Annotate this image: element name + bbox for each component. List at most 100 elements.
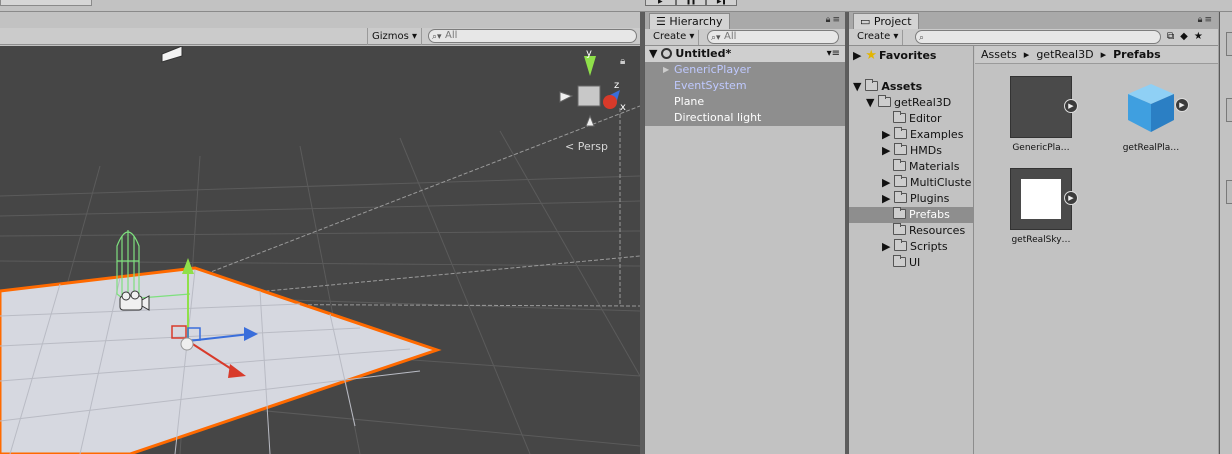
folder-icon [893,223,906,235]
expand-arrow-icon[interactable]: ▶ [882,240,890,253]
pause-button[interactable]: ❚❚ [675,0,707,6]
light-gizmo-icon [161,46,183,63]
hierarchy-item-eventsystem[interactable]: EventSystem [645,78,846,94]
tree-item-resources[interactable]: Resources [893,223,965,239]
project-assets-view: Assets ▸ getReal3D ▸ Prefabs ▶ GenericPl… [975,46,1218,454]
folder-icon [893,191,907,203]
filter-icons[interactable]: ⧉◆★ [1167,31,1209,42]
hierarchy-item-plane[interactable]: Plane [645,94,846,110]
gizmos-dropdown[interactable]: Gizmos ▾ [367,28,423,45]
project-toolbar: Create ▾ ⌕ ⧉◆★ [849,29,1218,46]
favorites-label: Favorites [878,49,937,62]
tree-item-label: Plugins [909,192,950,205]
scene-search-placeholder: All [445,30,458,41]
scene-search-input[interactable]: ⌕▾ All [428,29,637,43]
hierarchy-item-directional-light[interactable]: Directional light [645,110,846,126]
expand-prefab-icon[interactable]: ▶ [1064,191,1078,205]
breadcrumb-item[interactable]: Assets [981,48,1017,61]
project-search-input[interactable]: ⌕ [915,30,1161,44]
create-label: Create [857,31,891,42]
breadcrumb-item[interactable]: getReal3D [1036,48,1093,61]
expand-arrow-icon[interactable]: ▶ [853,49,861,62]
folder-icon [893,111,906,123]
breadcrumb-item-current[interactable]: Prefabs [1113,48,1161,61]
tree-item-hmds[interactable]: ▶ HMDs [882,143,942,159]
dropdown-arrow-icon: ▾ [689,31,695,42]
top-toolbar-strip: ▶ ❚❚ ▶❚ [0,0,1232,12]
search-icon: ⌕▾ [432,32,442,42]
axis-label-x: x [620,102,626,113]
expand-arrow-icon[interactable]: ▼ [649,47,657,60]
scene-menu-icon[interactable]: ▾≡ [827,46,840,62]
tree-item-label: UI [909,256,921,269]
tree-item-label: getReal3D [893,96,952,109]
tree-item-getreal3d[interactable]: ▼ getReal3D [866,95,951,111]
hierarchy-tab-label: Hierarchy [669,15,723,28]
perspective-toggle[interactable]: < Persp [565,140,608,153]
hierarchy-search-input[interactable]: ⌕▾ All [707,30,839,44]
expand-arrow-icon[interactable]: ▶ [882,144,890,157]
tree-item-scripts[interactable]: ▶ Scripts [882,239,948,255]
folder-icon [893,255,906,267]
tree-item-label: Prefabs [909,208,950,221]
gizmos-label: Gizmos [372,31,409,42]
asset-tile-genericplayer[interactable]: ▶ GenericPla… [1003,76,1079,153]
asset-tile-getrealsky[interactable]: ▶ getRealSky… [1003,168,1079,245]
expand-arrow-icon[interactable]: ▶ [663,62,669,78]
expand-prefab-icon[interactable]: ▶ [1064,99,1078,113]
tab-project[interactable]: ▭ Project [853,13,919,29]
scene-viewport[interactable]: y z x 🔒︎ < Persp [0,46,640,454]
tab-hierarchy[interactable]: ☰ Hierarchy [649,13,730,29]
dropdown-arrow-icon: ▾ [893,31,899,42]
scene-view-panel: Gizmos ▾ ⌕▾ All y z x 🔒︎ < Persp [0,12,640,454]
tree-item-plugins[interactable]: ▶ Plugins [882,191,949,207]
hierarchy-item-genericplayer[interactable]: ▶ GenericPlayer [645,62,846,78]
hierarchy-tabbar: ☰ Hierarchy 🔒︎≡ [645,12,846,29]
tree-item-prefabs[interactable]: Prefabs [849,207,973,223]
tree-item-editor[interactable]: Editor [893,111,942,127]
tree-item-examples[interactable]: ▶ Examples [882,127,963,143]
panel-lock-menu-icon[interactable]: 🔒︎≡ [826,15,842,25]
tree-item-materials[interactable]: Materials [893,159,959,175]
folder-icon [893,143,907,155]
project-create-button[interactable]: Create ▾ [853,30,904,45]
project-panel: ▭ Project 🔒︎≡ Create ▾ ⌕ ⧉◆★ ▶ ★ Favorite… [848,12,1218,454]
folder-icon [865,79,879,91]
asset-label: getRealSky… [1011,235,1071,245]
scene-lock-icon[interactable]: 🔒︎ [620,56,625,67]
inspector-fragment [1226,32,1232,56]
hierarchy-item-label: GenericPlayer [674,63,751,76]
persp-label: Persp [577,140,608,153]
expand-arrow-icon[interactable]: ▶ [882,192,890,205]
expand-arrow-icon[interactable]: ▶ [882,176,890,189]
tree-item-label: Materials [909,160,960,173]
step-button[interactable]: ▶❚ [706,0,738,6]
inspector-panel-edge [1219,12,1232,454]
tree-item-multicluster[interactable]: ▶ MultiCluste [882,175,971,191]
panel-lock-menu-icon[interactable]: 🔒︎≡ [1198,15,1214,25]
tree-item-label: HMDs [909,144,942,157]
folder-icon [893,175,907,187]
prefab-thumbnail: ▶ [1010,168,1078,230]
scene-root-row[interactable]: ▼ Untitled* ▾≡ [645,46,846,62]
orientation-gizmo[interactable] [559,56,620,127]
expand-prefab-icon[interactable]: ▶ [1175,98,1189,112]
expand-arrow-icon[interactable]: ▼ [866,96,874,109]
favorites-row[interactable]: ▶ ★ Favorites [853,48,936,64]
search-icon: ⌕ [919,33,925,43]
breadcrumb: Assets ▸ getReal3D ▸ Prefabs [975,46,1218,64]
tree-item-ui[interactable]: UI [893,255,920,271]
assets-root-row[interactable]: ▼ Assets [853,79,922,95]
hierarchy-panel: ☰ Hierarchy 🔒︎≡ Create ▾ ⌕▾ All ▼ Untitl… [644,12,846,454]
hierarchy-create-button[interactable]: Create ▾ [649,30,700,45]
cube-icon [1128,84,1174,132]
scene-toolbar: Gizmos ▾ ⌕▾ All [0,28,640,45]
play-button[interactable]: ▶ [645,0,676,6]
hierarchy-toolbar: Create ▾ ⌕▾ All [645,29,846,46]
folder-icon [893,159,906,171]
hierarchy-search-placeholder: All [724,31,737,42]
cube-thumbnail: ▶ [1120,76,1189,138]
expand-arrow-icon[interactable]: ▶ [882,128,890,141]
expand-arrow-icon[interactable]: ▼ [853,80,861,93]
asset-tile-getrealplayer[interactable]: ▶ getRealPla… [1113,76,1189,153]
